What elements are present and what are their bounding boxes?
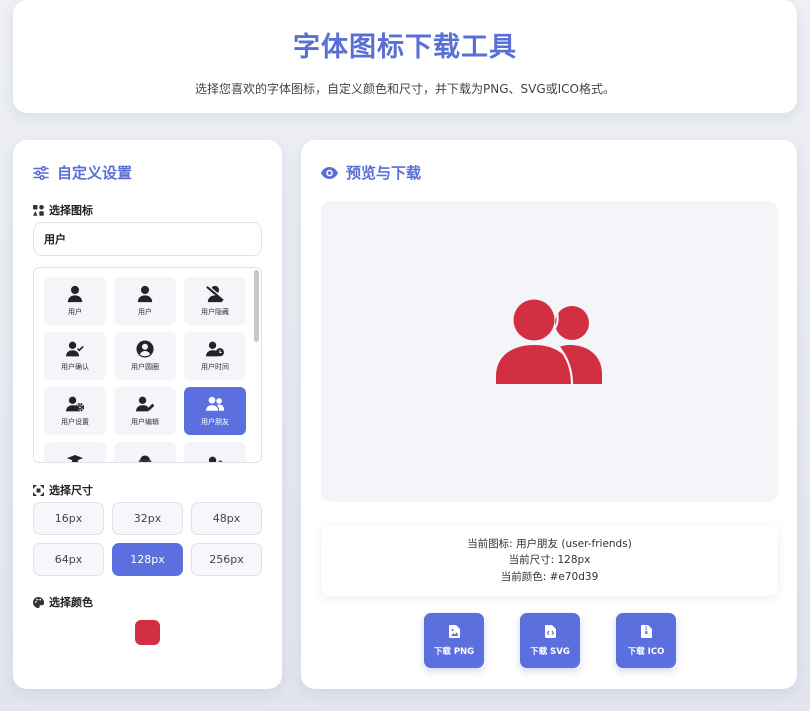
download-svg-button[interactable]: 下载 SVG (520, 613, 580, 668)
icon-option-user[interactable]: 用户 (44, 277, 106, 325)
user-check-icon (66, 341, 84, 357)
size-button-128[interactable]: 128px (112, 543, 183, 576)
page-subtitle: 选择您喜欢的字体图标，自定义颜色和尺寸，并下载为PNG、SVG或ICO格式。 (194, 82, 615, 96)
icon-section-label: 选择图标 (33, 202, 93, 218)
user-lock-icon (208, 456, 223, 462)
icon-option-user-edit[interactable]: 用户编辑 (114, 387, 176, 435)
icon-option-user-check[interactable]: 用户确认 (44, 332, 106, 380)
current-size-text: 当前尺寸: 128px (508, 554, 591, 567)
current-color-text: 当前颜色: #e70d39 (500, 570, 599, 583)
user-slash-icon (206, 285, 224, 303)
icon-list[interactable]: 用户 用户 用户隐藏 用户确认 用户圆圈 用户时间 用户设置 用户编辑 用户朋友 (33, 267, 262, 463)
size-button-48[interactable]: 48px (191, 502, 262, 535)
eye-icon (321, 166, 338, 179)
settings-panel: 自定义设置 选择图标 用户 用户 用户隐藏 (13, 140, 282, 689)
size-button-16[interactable]: 16px (33, 502, 104, 535)
size-options: 16px 32px 48px 64px 128px 256px (33, 502, 262, 576)
current-icon-text: 当前图标: 用户朋友 (user-friends) (467, 537, 632, 550)
file-archive-icon (640, 624, 652, 638)
icon-option-user-lock[interactable] (184, 442, 246, 462)
icon-option-user-cog[interactable]: 用户设置 (44, 387, 106, 435)
icons-grid-icon (33, 204, 44, 216)
color-picker[interactable] (135, 620, 160, 645)
file-code-icon (544, 624, 556, 638)
icon-option-user-circle[interactable]: 用户圆圈 (114, 332, 176, 380)
color-section-label: 选择颜色 (33, 594, 93, 610)
user-icon (137, 285, 153, 303)
size-button-32[interactable]: 32px (112, 502, 183, 535)
size-button-64[interactable]: 64px (33, 543, 104, 576)
settings-title: 自定义设置 (33, 162, 132, 183)
preview-panel: 预览与下载 当前图标: 用户朋友 (user-friends) 当前尺寸: 12… (301, 140, 797, 689)
icon-option-user-hard-hat[interactable] (114, 442, 176, 462)
size-button-256[interactable]: 256px (191, 543, 262, 576)
icon-info: 当前图标: 用户朋友 (user-friends) 当前尺寸: 128px 当前… (321, 525, 778, 596)
user-circle-icon (136, 340, 154, 358)
icon-option-user-alt[interactable]: 用户 (114, 277, 176, 325)
preview-area (321, 201, 778, 502)
page-title: 字体图标下载工具 (293, 32, 517, 63)
expand-icon (33, 484, 44, 496)
user-clock-icon (206, 341, 224, 357)
icon-list-scrollbar[interactable] (254, 270, 259, 342)
icon-option-user-graduate[interactable] (44, 442, 106, 462)
user-graduate-icon (66, 455, 84, 462)
size-section-label: 选择尺寸 (33, 482, 93, 498)
icon-option-user-slash[interactable]: 用户隐藏 (184, 277, 246, 325)
file-image-icon (448, 624, 460, 638)
icon-option-user-friends[interactable]: 用户朋友 (184, 387, 246, 435)
icon-option-user-clock[interactable]: 用户时间 (184, 332, 246, 380)
user-hard-hat-icon (138, 455, 152, 462)
palette-icon (33, 596, 44, 608)
sliders-icon (33, 165, 49, 180)
user-friends-icon (496, 299, 602, 384)
preview-title-label: 预览与下载 (346, 164, 422, 182)
user-cog-icon (66, 396, 84, 412)
user-friends-icon (206, 396, 224, 411)
user-icon (67, 285, 83, 303)
settings-title-label: 自定义设置 (57, 164, 133, 182)
download-png-button[interactable]: 下载 PNG (424, 613, 484, 668)
header-card: 字体图标下载工具 选择您喜欢的字体图标，自定义颜色和尺寸，并下载为PNG、SVG… (13, 0, 797, 113)
download-ico-button[interactable]: 下载 ICO (616, 613, 676, 668)
preview-title: 预览与下载 (321, 162, 421, 183)
user-edit-icon (136, 396, 154, 412)
icon-search-input[interactable] (33, 222, 262, 256)
